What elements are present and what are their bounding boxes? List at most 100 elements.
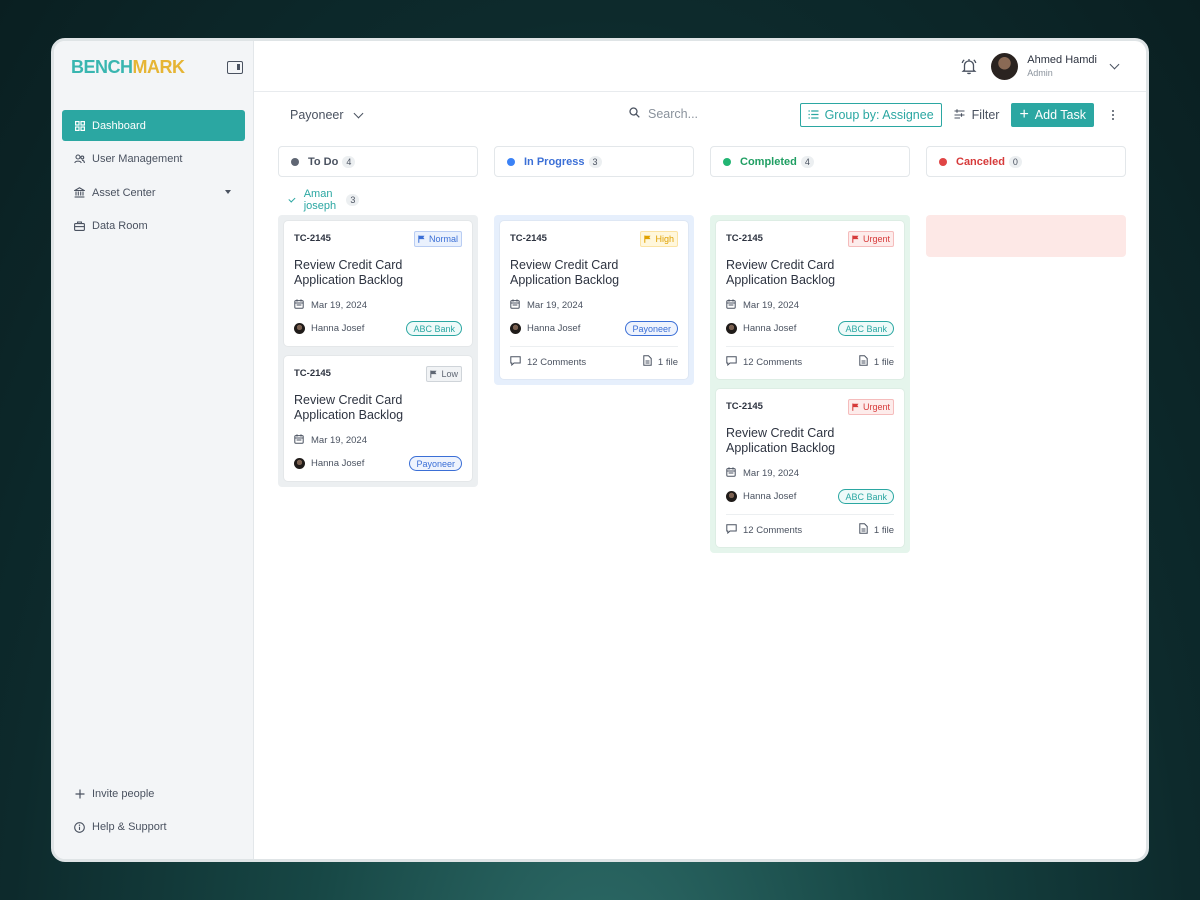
task-date: Mar 19, 2024 (294, 434, 462, 447)
group-by-button[interactable]: Group by: Assignee (799, 103, 942, 127)
comments-link[interactable]: 12 Comments (726, 355, 802, 369)
sidebar-item-label: Data Room (92, 220, 148, 232)
assignee[interactable]: Hanna Josef (726, 491, 796, 502)
user-info[interactable]: Ahmed Hamdi Admin (1027, 54, 1097, 78)
sidebar-item-data-room[interactable]: Data Room (62, 211, 245, 242)
search-input[interactable]: Search... (629, 107, 698, 121)
assignee[interactable]: Hanna Josef (510, 323, 580, 334)
task-card[interactable]: TC-2145 Low Review Credit Card Applicatio… (284, 356, 472, 481)
sidebar-item-label: Dashboard (92, 119, 146, 132)
task-footer: 12 Comments 1 file (726, 514, 894, 537)
task-card[interactable]: TC-2145 Normal Review Credit Card Applica… (284, 221, 472, 346)
task-date: Mar 19, 2024 (726, 467, 894, 480)
files-link[interactable]: 1 file (643, 355, 678, 369)
filter-button[interactable]: Filter (954, 108, 1000, 122)
grid-icon (74, 120, 85, 131)
comment-icon (726, 355, 737, 369)
board-toolbar: Payoneer Search... Group by: Assignee Fi… (254, 92, 1146, 138)
flag-icon (852, 235, 859, 243)
task-card[interactable]: TC-2145 Urgent Review Credit Card Applica… (716, 221, 904, 379)
assignee-avatar (726, 323, 737, 334)
calendar-icon (510, 299, 520, 312)
assignee-group-name: Aman joseph (303, 188, 337, 212)
sidebar-item-dashboard[interactable]: Dashboard (62, 110, 245, 141)
sidebar-item-user-management[interactable]: User Management (62, 144, 245, 175)
task-title: Review Credit Card Application Backlog (726, 426, 836, 455)
filter-label: Filter (971, 108, 1000, 122)
list-icon (808, 108, 819, 122)
invite-people-label: Invite people (92, 787, 155, 800)
comments-link[interactable]: 12 Comments (726, 523, 802, 537)
users-icon (74, 154, 85, 165)
briefcase-icon (74, 221, 85, 232)
flag-icon (644, 235, 651, 243)
assignee-group-count: 3 (346, 194, 360, 206)
chevron-down-icon (288, 195, 296, 202)
task-card[interactable]: TC-2145 Urgent Review Credit Card Applica… (716, 389, 904, 547)
user-avatar[interactable] (991, 52, 1019, 80)
column-count-badge: 0 (1008, 155, 1022, 168)
status-dot (939, 157, 947, 166)
task-assignee-row: Hanna Josef Payoneer (294, 456, 462, 471)
assignee-group-toggle[interactable]: Aman joseph 3 (288, 188, 360, 212)
user-role: Admin (1027, 68, 1053, 78)
org-badge: Payoneer (625, 321, 678, 336)
sidebar-bottom: Invite people Help & Support (62, 778, 245, 845)
task-card[interactable]: TC-2145 High Review Credit Card Applicati… (500, 221, 688, 379)
column-count-badge: 4 (800, 155, 814, 168)
priority-tag: High (640, 231, 678, 247)
assignee[interactable]: Hanna Josef (726, 323, 796, 334)
assignee-avatar (726, 491, 737, 502)
project-dropdown[interactable]: Payoneer (290, 108, 363, 122)
help-support-label: Help & Support (92, 821, 167, 833)
sidebar-toggle-icon[interactable] (227, 60, 243, 74)
plus-icon (74, 788, 85, 799)
column-title: In Progress (524, 155, 585, 168)
invite-people-button[interactable]: Invite people (62, 778, 245, 809)
more-options-icon[interactable] (1106, 103, 1120, 127)
status-dot (291, 157, 299, 166)
user-name: Ahmed Hamdi (1027, 54, 1097, 66)
chevron-down-icon (353, 108, 363, 118)
priority-label: Urgent (862, 402, 890, 412)
toolbar-actions: Group by: Assignee Filter + Add Task (799, 103, 1120, 127)
user-menu-chevron-down-icon[interactable] (1109, 59, 1120, 69)
task-title: Review Credit Card Application Backlog (726, 258, 836, 287)
file-icon (643, 355, 652, 369)
column-header-in-progress[interactable]: In Progress 3 (494, 146, 694, 177)
task-assignee-row: Hanna Josef ABC Bank (726, 489, 894, 504)
benchmark-logo[interactable]: BENCH MARK (71, 57, 185, 78)
files-link[interactable]: 1 file (859, 355, 894, 369)
files-link[interactable]: 1 file (859, 523, 894, 537)
comments-link[interactable]: 12 Comments (510, 355, 586, 369)
task-assignee-row: Hanna Josef Payoneer (510, 321, 678, 336)
assignee[interactable]: Hanna Josef (294, 323, 364, 334)
task-title: Review Credit Card Application Backlog (294, 393, 404, 422)
sidebar: BENCH MARK Dashboard User Management Ass… (54, 41, 254, 859)
lane-canceled (926, 215, 1126, 257)
sidebar-nav: Dashboard User Management Asset Center D… (54, 110, 253, 242)
logo-text-part1: BENCH (71, 56, 133, 77)
flag-icon (430, 370, 437, 378)
main-area: Ahmed Hamdi Admin Payoneer Search... Gro… (254, 41, 1146, 859)
notification-bell-icon[interactable] (959, 56, 979, 76)
bank-icon (74, 187, 85, 198)
assignee[interactable]: Hanna Josef (294, 458, 364, 469)
priority-label: Normal (428, 234, 458, 244)
column-title: To Do (308, 155, 339, 168)
caret-down-icon[interactable] (225, 190, 231, 194)
brand-bar: BENCH MARK (54, 41, 253, 93)
column-header-todo[interactable]: To Do 4 (278, 146, 478, 177)
lane-completed: TC-2145 Urgent Review Credit Card Applica… (710, 215, 910, 553)
add-task-button[interactable]: + Add Task (1011, 103, 1094, 127)
lane-todo: TC-2145 Normal Review Credit Card Applica… (278, 215, 478, 487)
org-badge: ABC Bank (838, 489, 894, 504)
column-header-completed[interactable]: Completed 4 (710, 146, 910, 177)
column-count-badge: 4 (342, 155, 356, 168)
sidebar-item-asset-center[interactable]: Asset Center (62, 177, 245, 208)
task-date: Mar 19, 2024 (726, 299, 894, 312)
task-assignee-row: Hanna Josef ABC Bank (726, 321, 894, 336)
flag-icon (852, 403, 859, 411)
column-header-canceled[interactable]: Canceled 0 (926, 146, 1126, 177)
help-support-button[interactable]: Help & Support (62, 812, 245, 843)
